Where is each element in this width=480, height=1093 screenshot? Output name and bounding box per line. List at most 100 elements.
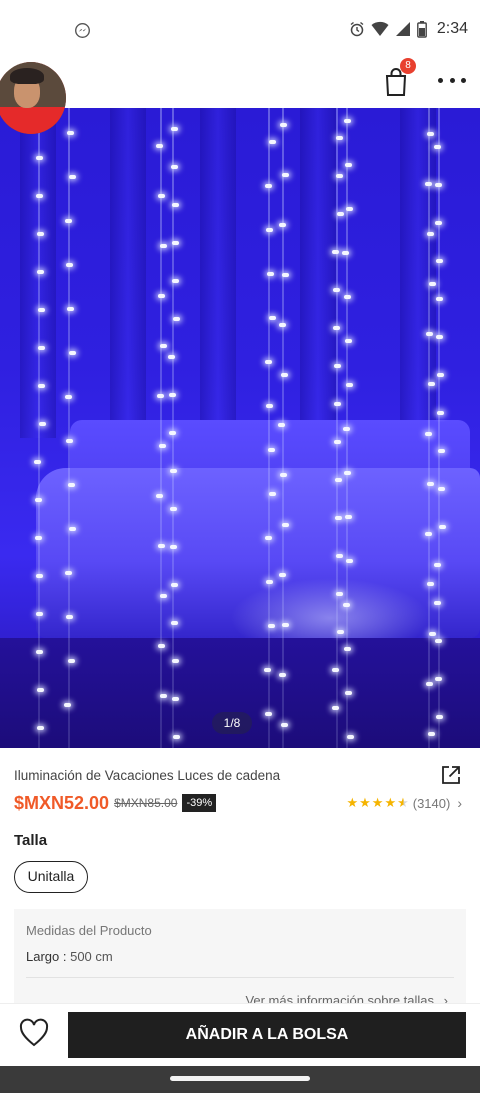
light-bulb: [268, 140, 276, 144]
light-bulb: [64, 703, 71, 707]
light-bulb: [342, 603, 350, 607]
light-bulb: [426, 232, 434, 236]
light-bulb: [434, 183, 442, 187]
light-strand: [336, 108, 338, 748]
light-bulb: [278, 423, 285, 427]
light-bulb: [280, 473, 288, 477]
light-bulb: [35, 574, 43, 578]
light-bulb: [335, 554, 343, 558]
light-bulb: [343, 119, 351, 123]
light-bulb: [159, 444, 166, 448]
light-bulb: [336, 136, 343, 140]
light-bulb: [67, 659, 75, 663]
light-bulb: [281, 273, 289, 277]
light-bulb: [35, 536, 43, 540]
light-bulb: [427, 132, 435, 136]
light-bulb: [266, 404, 274, 408]
light-bulb: [281, 623, 289, 627]
avatar[interactable]: [0, 62, 66, 134]
status-time: 2:34: [436, 20, 468, 37]
light-bulb: [336, 212, 344, 216]
light-bulb: [435, 677, 443, 681]
light-bulb: [438, 487, 446, 491]
light-bulb: [280, 373, 288, 377]
light-bulb: [34, 498, 42, 502]
light-bulb: [66, 439, 74, 443]
light-bulb: [67, 307, 75, 311]
light-bulb: [67, 131, 75, 135]
light-bulb: [160, 594, 168, 598]
light-bulb: [267, 272, 275, 276]
light-bulb: [266, 580, 274, 584]
light-bulb: [66, 615, 74, 619]
light-bulb: [37, 726, 45, 730]
light-bulb: [265, 712, 273, 716]
light-bulb: [278, 323, 286, 327]
current-price: $MXN52.00: [14, 792, 110, 813]
light-bulb: [36, 194, 44, 198]
light-bulb: [36, 232, 44, 236]
light-bulb: [343, 471, 351, 475]
light-bulb: [334, 478, 342, 482]
chevron-right-icon: ›: [457, 795, 462, 811]
light-bulb: [280, 123, 288, 127]
light-bulb: [168, 393, 176, 397]
rating-count: (3140): [412, 795, 451, 811]
light-bulb: [279, 223, 287, 227]
light-bulb: [342, 251, 350, 255]
size-option-chip[interactable]: Unitalla: [14, 861, 88, 893]
light-bulb: [434, 639, 442, 643]
light-bulb: [343, 295, 351, 299]
light-bulb: [278, 673, 286, 677]
light-bulb: [158, 194, 166, 198]
share-icon[interactable]: [440, 764, 462, 786]
rating-summary[interactable]: ★ ★ ★ ★ ★ (3140) ›: [346, 795, 462, 811]
light-bulb: [172, 241, 179, 245]
light-bulb: [68, 351, 76, 355]
light-bulb: [65, 571, 73, 575]
light-bulb: [158, 544, 166, 548]
light-bulb: [267, 624, 275, 628]
light-bulb: [428, 382, 436, 386]
light-bulb: [37, 270, 45, 274]
light-bulb: [171, 659, 179, 663]
discount-badge: -39%: [182, 794, 217, 812]
light-bulb: [64, 219, 72, 223]
light-bulb: [427, 482, 435, 486]
light-bulb: [38, 422, 46, 426]
light-bulb: [435, 221, 443, 225]
light-bulb: [346, 735, 354, 739]
star-icon: ★: [371, 795, 384, 810]
product-image[interactable]: 1/8: [0, 108, 480, 748]
light-bulb: [426, 582, 434, 586]
light-bulb: [160, 244, 168, 248]
measurement-value: 500 cm: [70, 949, 113, 964]
divider: [26, 977, 454, 978]
light-bulb: [437, 449, 445, 453]
light-strand: [428, 108, 430, 748]
light-bulb: [265, 360, 272, 364]
light-bulb: [37, 308, 45, 312]
add-to-bag-button[interactable]: AÑADIR A LA BOLSA: [68, 1012, 466, 1058]
light-bulb: [428, 732, 436, 736]
light-bulb: [344, 163, 352, 167]
light-bulb: [169, 469, 177, 473]
light-bulb: [428, 632, 436, 636]
size-label: Talla: [14, 832, 48, 849]
light-bulb: [171, 621, 179, 625]
price-row: $MXN52.00 $MXN85.00 -39%: [14, 792, 217, 814]
light-bulb: [36, 688, 44, 692]
light-bulb: [35, 156, 43, 160]
light-bulb: [336, 592, 344, 596]
home-gesture-pill[interactable]: [170, 1076, 310, 1081]
light-bulb: [428, 282, 436, 286]
more-dot: [438, 77, 443, 83]
star-icon: ★: [359, 795, 371, 810]
light-bulb: [265, 536, 273, 540]
light-bulb: [156, 494, 164, 498]
light-bulb: [334, 440, 342, 444]
light-bulb: [434, 145, 442, 149]
light-bulb: [156, 144, 164, 148]
more-options-button[interactable]: [438, 68, 466, 92]
heart-icon[interactable]: [18, 1018, 50, 1048]
